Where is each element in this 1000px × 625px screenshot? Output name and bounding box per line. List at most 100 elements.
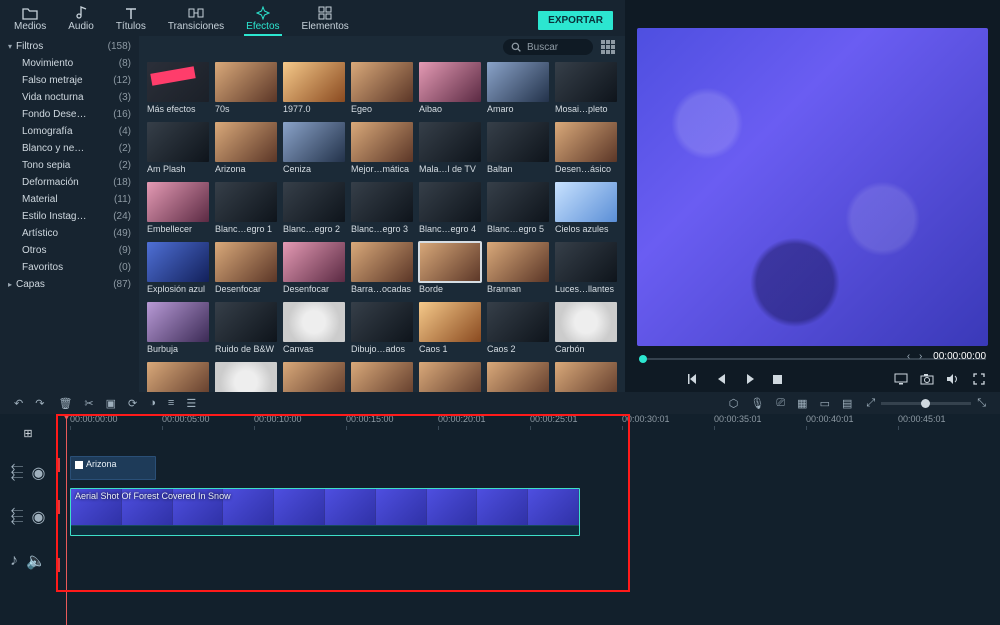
- category-item[interactable]: Lomografía(4): [0, 123, 139, 140]
- effect-item[interactable]: [351, 362, 413, 392]
- zoom-slider[interactable]: ⤢ ⤡: [866, 397, 986, 410]
- category-item[interactable]: Tono sepia(2): [0, 157, 139, 174]
- play-button[interactable]: [743, 372, 757, 386]
- grid-view-toggle[interactable]: [601, 40, 615, 54]
- category-item[interactable]: Artístico(49): [0, 225, 139, 242]
- effect-item[interactable]: Ruido de B&W: [215, 302, 277, 358]
- category-item[interactable]: Vida nocturna(3): [0, 89, 139, 106]
- redo-button[interactable]: ↷: [35, 397, 44, 410]
- effect-item[interactable]: [215, 362, 277, 392]
- video-track[interactable]: Aerial Shot Of Forest Covered In Snow: [56, 488, 1000, 536]
- voiceover-button[interactable]: 🎙: [750, 397, 764, 410]
- preview-scrubber[interactable]: ‹ › 00:00:00:00: [639, 352, 986, 366]
- effect-item[interactable]: Mosai…pleto: [555, 62, 617, 118]
- effect-item[interactable]: [283, 362, 345, 392]
- category-item[interactable]: Blanco y ne…(2): [0, 140, 139, 157]
- category-item[interactable]: Otros(9): [0, 242, 139, 259]
- undo-button[interactable]: ↶: [14, 397, 23, 410]
- category-item[interactable]: Falso metraje(12): [0, 72, 139, 89]
- delete-button[interactable]: 🗑: [58, 397, 72, 410]
- category-item[interactable]: Material(11): [0, 191, 139, 208]
- audio-track-header[interactable]: ♪ 🔈: [0, 544, 56, 578]
- render-button[interactable]: ▦: [797, 397, 807, 410]
- tab-efectos[interactable]: Efectos: [244, 4, 281, 36]
- category-item[interactable]: Deformación(18): [0, 174, 139, 191]
- effect-item[interactable]: Luces…llantes: [555, 242, 617, 298]
- export-button[interactable]: EXPORTAR: [538, 11, 613, 30]
- effect-item[interactable]: Desen…ásico: [555, 122, 617, 178]
- effect-item[interactable]: 1977.0: [283, 62, 345, 118]
- crop-button[interactable]: ▣: [106, 397, 116, 410]
- tab-elementos[interactable]: Elementos: [300, 4, 351, 36]
- effect-item[interactable]: Desenfocar: [283, 242, 345, 298]
- effect-item[interactable]: Más efectos: [147, 62, 209, 118]
- tab-títulos[interactable]: Títulos: [114, 4, 148, 36]
- category-item[interactable]: Estilo Instag…(24): [0, 208, 139, 225]
- effect-item[interactable]: Brannan: [487, 242, 549, 298]
- fx-track[interactable]: Arizona: [56, 456, 1000, 480]
- prev-frame-button[interactable]: [687, 372, 701, 386]
- volume-icon[interactable]: [946, 372, 960, 386]
- tab-audio[interactable]: Audio: [66, 4, 96, 36]
- split-button[interactable]: ✂: [84, 397, 93, 410]
- effect-item[interactable]: Blanc…egro 1: [215, 182, 277, 238]
- search-input[interactable]: Buscar: [503, 39, 593, 55]
- fullscreen-icon[interactable]: [972, 372, 986, 386]
- effect-item[interactable]: 70s: [215, 62, 277, 118]
- tab-transiciones[interactable]: Transiciones: [166, 4, 226, 36]
- effect-item[interactable]: [147, 362, 209, 392]
- fx-clip[interactable]: Arizona: [70, 456, 156, 480]
- visibility-icon[interactable]: ◉: [32, 463, 46, 483]
- preview-viewport[interactable]: [637, 28, 988, 346]
- fx-track-header[interactable]: ⬱ ◉: [0, 456, 56, 490]
- stop-button[interactable]: [771, 372, 785, 386]
- effect-item[interactable]: Barra…ocadas: [351, 242, 413, 298]
- color-button[interactable]: ◑: [149, 397, 156, 410]
- zoom-to-fit-icon[interactable]: ⤡: [977, 397, 986, 410]
- category-item[interactable]: Movimiento(8): [0, 55, 139, 72]
- mixer-button[interactable]: ⎚: [776, 397, 785, 410]
- visibility-icon[interactable]: ◉: [32, 507, 46, 527]
- tab-medios[interactable]: Medios: [12, 4, 48, 36]
- snapshot-icon[interactable]: [920, 372, 934, 386]
- effect-item[interactable]: Amaro: [487, 62, 549, 118]
- effect-item[interactable]: Caos 2: [487, 302, 549, 358]
- effect-item[interactable]: Am Plash: [147, 122, 209, 178]
- effect-item[interactable]: Ceniza: [283, 122, 345, 178]
- effect-item[interactable]: Baltan: [487, 122, 549, 178]
- effect-item[interactable]: Caos 1: [419, 302, 481, 358]
- effect-item[interactable]: Egeo: [351, 62, 413, 118]
- effect-item[interactable]: Blanc…egro 4: [419, 182, 481, 238]
- track-manager-button[interactable]: ▤: [842, 397, 852, 410]
- adjust-button[interactable]: ≡: [168, 397, 174, 410]
- effect-item[interactable]: Embellecer: [147, 182, 209, 238]
- category-item[interactable]: Favoritos(0): [0, 259, 139, 276]
- preview-quality-button[interactable]: ▭: [820, 397, 830, 410]
- effect-item[interactable]: Cielos azules: [555, 182, 617, 238]
- speed-button[interactable]: ⟳: [128, 397, 137, 410]
- effect-item[interactable]: [487, 362, 549, 392]
- category-filtros[interactable]: ▾ Filtros (158): [0, 38, 139, 55]
- category-capas[interactable]: ▸ Capas (87): [0, 276, 139, 293]
- effect-item[interactable]: [419, 362, 481, 392]
- effect-item[interactable]: Arizona: [215, 122, 277, 178]
- effect-item[interactable]: Blanc…egro 3: [351, 182, 413, 238]
- more-button[interactable]: ☰: [186, 397, 196, 410]
- play-backward-button[interactable]: [715, 372, 729, 386]
- effect-item[interactable]: Borde: [419, 242, 481, 298]
- volume-icon[interactable]: 🔈: [26, 551, 46, 571]
- effect-item[interactable]: Burbuja: [147, 302, 209, 358]
- effect-item[interactable]: Aibao: [419, 62, 481, 118]
- effect-item[interactable]: Blanc…egro 2: [283, 182, 345, 238]
- effect-item[interactable]: Dibujo…ados: [351, 302, 413, 358]
- effect-item[interactable]: Canvas: [283, 302, 345, 358]
- effect-item[interactable]: Desenfocar: [215, 242, 277, 298]
- fit-icon[interactable]: ⤢: [866, 397, 875, 410]
- effect-item[interactable]: Blanc…egro 5: [487, 182, 549, 238]
- video-track-header[interactable]: ⬱ ◉: [0, 490, 56, 544]
- marker-button[interactable]: ⬡: [729, 397, 739, 410]
- audio-track[interactable]: [56, 558, 1000, 582]
- effect-item[interactable]: Mala…l de TV: [419, 122, 481, 178]
- display-settings-icon[interactable]: [894, 372, 908, 386]
- nav-next-icon[interactable]: ›: [919, 351, 922, 362]
